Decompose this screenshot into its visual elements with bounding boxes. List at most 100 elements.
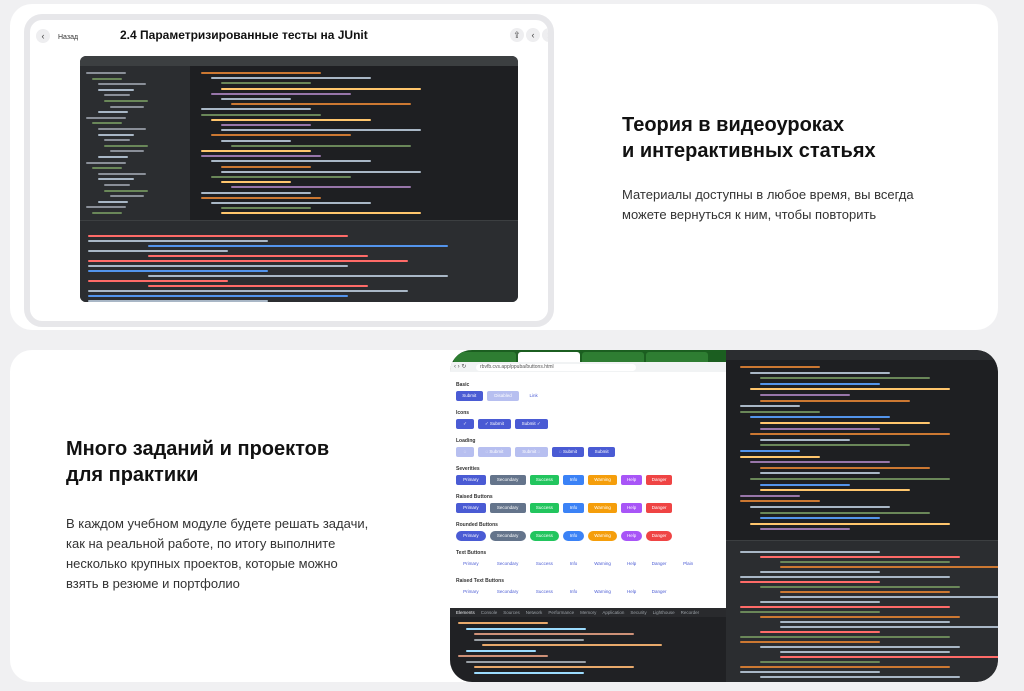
devtools-tab[interactable]: Security: [630, 610, 646, 615]
code-line: [750, 461, 890, 464]
code-line: [760, 377, 930, 380]
demo-button[interactable]: Info: [563, 503, 584, 513]
demo-button[interactable]: Success: [529, 475, 560, 485]
devtools-tab[interactable]: Lighthouse: [653, 610, 675, 615]
demo-button[interactable]: Secondary: [489, 503, 526, 513]
code-line: [104, 100, 148, 102]
demo-button[interactable]: Disabled: [486, 391, 520, 401]
code-line: [110, 105, 144, 108]
demo-button[interactable]: Submit: [588, 447, 615, 457]
demo-button[interactable]: Link: [523, 391, 543, 401]
code-line: [92, 77, 122, 80]
demo-button[interactable]: Success: [530, 587, 560, 597]
demo-button[interactable]: Help: [621, 503, 642, 513]
demo-button[interactable]: Submit: [456, 391, 483, 401]
code-line: [110, 150, 144, 153]
browser-tab[interactable]: [582, 352, 644, 362]
code-line: [88, 250, 228, 252]
demo-button[interactable]: Help: [621, 475, 642, 485]
code-line: [760, 427, 880, 430]
demo-button[interactable]: Help: [621, 559, 641, 569]
url-input[interactable]: rbvfb.cvs.app/ppuba/buttons.html: [476, 364, 636, 371]
demo-button[interactable]: Plain: [676, 559, 700, 569]
nav-arrows-icon[interactable]: ‹ › ↻: [454, 363, 466, 370]
demo-button[interactable]: ◌ Submit: [551, 447, 585, 457]
share-icon[interactable]: ⇪: [510, 28, 524, 42]
demo-button[interactable]: Info: [563, 475, 584, 485]
code-line: [201, 191, 311, 194]
code-line: [221, 212, 421, 215]
devtools-tab[interactable]: Console: [481, 610, 498, 615]
code-line: [780, 591, 950, 593]
demo-button[interactable]: Info: [563, 531, 584, 541]
demo-button[interactable]: ✓: [456, 419, 474, 429]
browser-window: ‹ › ↻ rbvfb.cvs.app/ppuba/buttons.html B…: [450, 350, 726, 682]
demo-button[interactable]: Warning: [588, 587, 618, 597]
demo-button[interactable]: Secondary: [489, 531, 526, 541]
demo-button[interactable]: Danger: [646, 559, 673, 569]
demo-button[interactable]: Success: [529, 531, 560, 541]
code-line: [474, 666, 634, 668]
demo-button[interactable]: ◌ Submit: [478, 447, 511, 457]
lesson-header: ‹ Назад 2.4 Параметризированные тесты на…: [34, 24, 548, 50]
code-line: [474, 638, 584, 641]
back-arrow-icon[interactable]: ‹: [36, 29, 50, 43]
devtools-tab[interactable]: Memory: [580, 610, 596, 615]
browser-tab[interactable]: [646, 352, 708, 362]
demo-button[interactable]: Submit ✓: [514, 419, 548, 429]
demo-button[interactable]: Submit ◌: [514, 447, 548, 457]
demo-button[interactable]: Warning: [588, 559, 618, 569]
devtools-tab[interactable]: Recorder: [681, 610, 700, 615]
demo-button[interactable]: Danger: [645, 503, 673, 513]
demo-button[interactable]: Primary: [456, 587, 486, 597]
demo-button[interactable]: Success: [530, 559, 560, 569]
code-line: [211, 202, 371, 204]
demo-button[interactable]: Secondary: [489, 475, 526, 485]
demo-button[interactable]: Primary: [456, 531, 486, 541]
devtools-tab[interactable]: Network: [526, 610, 543, 615]
code-line: [104, 144, 148, 147]
devtools-panel: Elements Console Sources Network Performance…: [450, 608, 726, 682]
devtools-tab[interactable]: Application: [602, 610, 624, 615]
demo-button[interactable]: Primary: [456, 559, 486, 569]
devtools-tab[interactable]: Performance: [548, 610, 574, 615]
code-line: [740, 606, 950, 608]
demo-button[interactable]: Help: [621, 531, 642, 541]
demo-button[interactable]: Primary: [456, 503, 486, 513]
back-link[interactable]: Назад: [58, 34, 78, 41]
demo-button[interactable]: Help: [621, 587, 641, 597]
demo-button[interactable]: Danger: [645, 531, 673, 541]
code-line: [780, 626, 998, 628]
code-line: [201, 72, 321, 74]
next-lesson-icon[interactable]: ›: [542, 28, 548, 42]
browser-tab[interactable]: [454, 352, 516, 362]
demo-button[interactable]: Info: [563, 587, 583, 597]
prev-lesson-icon[interactable]: ‹: [526, 28, 540, 42]
demo-button[interactable]: Secondary: [490, 587, 526, 597]
code-line: [760, 489, 910, 492]
code-line: [98, 178, 134, 181]
code-line: [740, 641, 880, 643]
demo-button[interactable]: Warning: [587, 475, 618, 485]
code-line: [780, 621, 950, 623]
group-label: Icons: [456, 410, 470, 416]
demo-button[interactable]: Info: [563, 559, 583, 569]
demo-button[interactable]: Success: [529, 503, 560, 513]
demo-button[interactable]: Warning: [587, 503, 618, 513]
demo-button[interactable]: Danger: [646, 587, 673, 597]
demo-button[interactable]: Primary: [456, 475, 486, 485]
python-ide: [726, 350, 998, 682]
devtools-tab[interactable]: Elements: [456, 610, 475, 615]
code-line: [104, 94, 130, 97]
demo-button[interactable]: Warning: [587, 531, 618, 541]
code-line: [740, 666, 950, 668]
code-line: [750, 522, 950, 525]
code-line: [740, 366, 820, 368]
demo-button[interactable]: Danger: [645, 475, 673, 485]
demo-button[interactable]: ◌: [456, 447, 474, 457]
demo-button[interactable]: ✓ Submit: [478, 419, 511, 429]
browser-tab-active[interactable]: [518, 352, 580, 362]
demo-button[interactable]: Secondary: [490, 559, 526, 569]
devtools-tab[interactable]: Sources: [503, 610, 520, 615]
code-line: [780, 651, 950, 653]
